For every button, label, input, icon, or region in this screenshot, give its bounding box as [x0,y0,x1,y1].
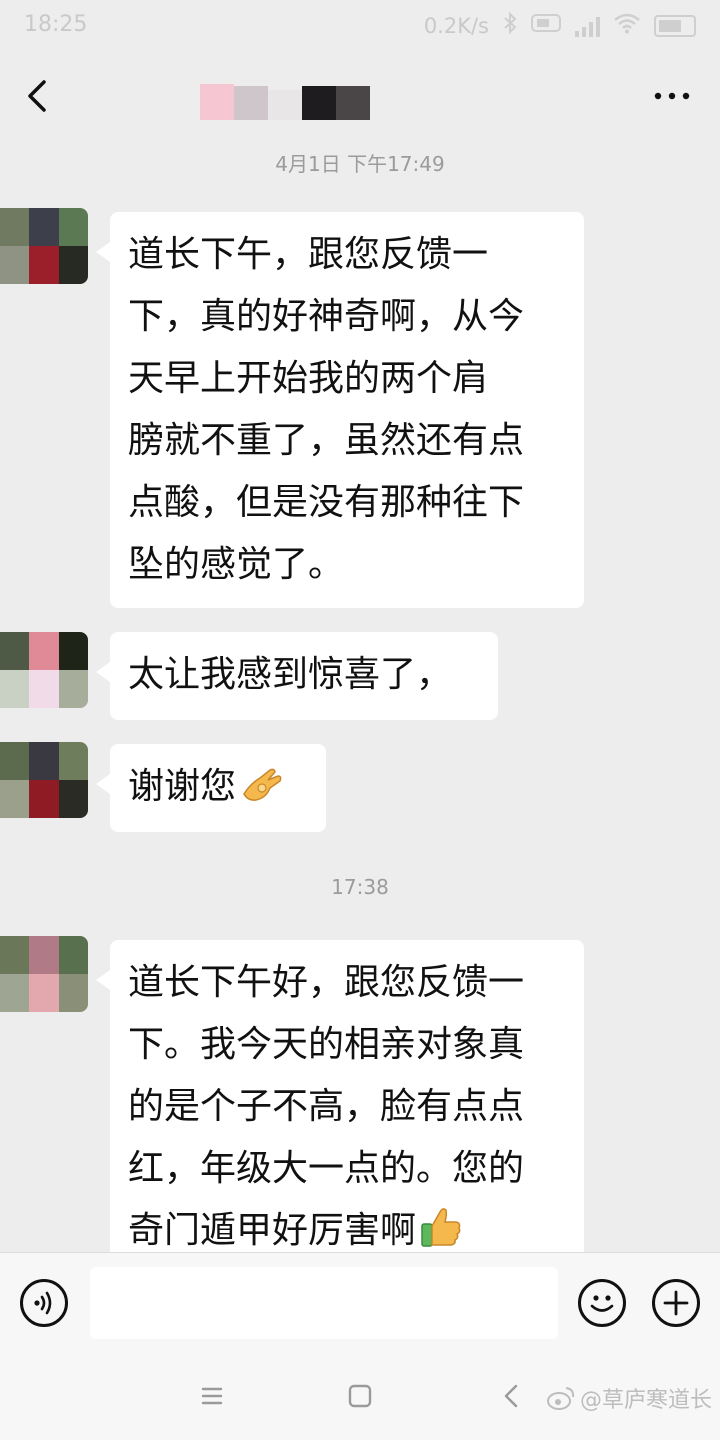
message-bubble[interactable]: 谢谢您 [96,744,326,832]
bluetooth-icon [503,11,517,40]
message-line: 下。我今天的相亲对象真 [128,1024,525,1065]
message-line: 点酸，但是没有那种往下 [128,482,525,523]
home-button[interactable] [338,1374,382,1418]
back-button[interactable] [16,74,60,118]
message-line: 的是个子不高，脸有点点 [128,1086,525,1127]
avatar[interactable] [0,632,88,708]
message-bubble[interactable]: 太让我感到惊喜了， [96,632,498,720]
back-triangle-icon [504,1384,518,1408]
menu-button[interactable] [190,1374,234,1418]
menu-icon [201,1387,223,1405]
network-speed: 0.2K/s [423,14,489,38]
message-line: 红，年级大一点的。您的 [128,1148,525,1189]
pixel-block [200,84,234,120]
battery-icon [654,15,696,37]
thumbs-up-emoji-icon [418,1204,464,1250]
chat-input-bar [0,1252,720,1353]
message-bubble[interactable]: 道长下午好，跟您反馈一 下。我今天的相亲对象真 的是个子不高，脸有点点 红，年级… [96,940,584,1260]
chevron-left-icon [28,80,46,112]
more-options-button[interactable] [648,78,696,114]
pixel-block [336,86,370,120]
message-timestamp: 4月1日 下午17:49 [275,152,445,176]
home-square-icon [348,1384,372,1408]
avatar[interactable] [0,208,88,284]
ok-hand-emoji-icon [240,762,284,802]
contact-name-pixelated [200,70,370,120]
message-timestamp: 17:38 [331,875,389,899]
weibo-watermark: @草庐寒道长 [546,1382,712,1414]
smiley-icon [590,1295,614,1312]
avatar[interactable] [0,742,88,818]
system-navigation-bar: @草庐寒道长 [0,1352,720,1440]
message-text: 太让我感到惊喜了， [128,654,453,695]
status-time: 18:25 [24,12,88,37]
message-line: 坠的感觉了。 [128,544,345,585]
status-bar: 18:25 0.2K/s [0,0,720,52]
message-line: 道长下午，跟您反馈一 [128,234,489,275]
avatar[interactable] [0,936,88,1012]
pixel-block [234,86,268,120]
status-indicators: 0.2K/s [423,11,696,40]
message-line: 膀就不重了，虽然还有点 [128,420,525,461]
message-bubble[interactable]: 道长下午，跟您反馈一 下，真的好神奇啊，从今 天早上开始我的两个肩 膀就不重了，… [96,212,584,608]
watermark-text: @草庐寒道长 [579,1388,712,1413]
voice-input-button[interactable] [20,1279,68,1327]
pixel-block [268,90,302,120]
weibo-logo-icon [546,1387,575,1410]
voice-icon [34,1291,52,1315]
message-text: 谢谢您 [128,766,237,807]
wifi-icon [614,12,640,40]
pixel-block [302,86,336,120]
emoji-button[interactable] [578,1279,626,1327]
more-functions-button[interactable] [652,1279,700,1327]
message-line: 下，真的好神奇啊，从今 [128,296,525,337]
chat-header [0,52,720,140]
message-input[interactable] [90,1267,558,1339]
more-dots-icon [654,92,690,100]
signal-icon [575,15,600,37]
message-line: 道长下午好，跟您反馈一 [128,962,525,1003]
sim-card-icon [531,12,561,40]
system-back-button[interactable] [490,1374,534,1418]
message-line: 天早上开始我的两个肩 [128,358,489,399]
plus-icon [663,1290,689,1316]
message-line: 奇门遁甲好厉害啊 [128,1210,417,1251]
